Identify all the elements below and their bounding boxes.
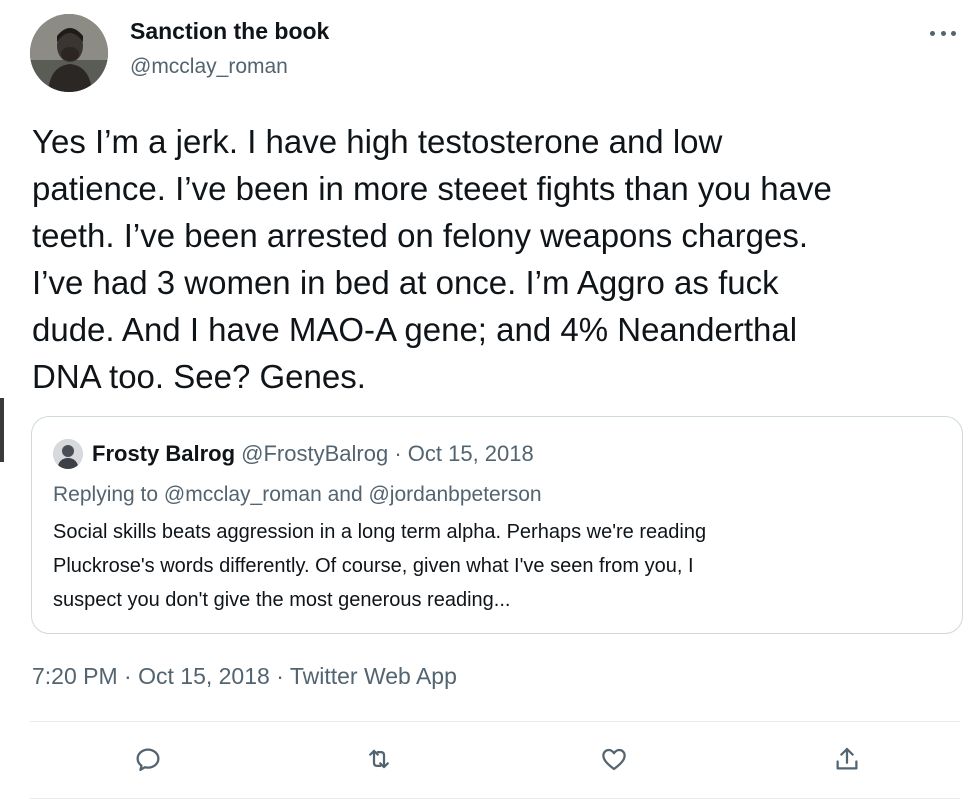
replying-and: and (321, 483, 369, 506)
more-options-icon[interactable] (930, 26, 956, 40)
quoted-date[interactable]: Oct 15, 2018 (408, 441, 534, 466)
tweet-card: Sanction the book @mcclay_roman Yes I’m … (0, 0, 980, 803)
quoted-text: Social skills beats aggression in a long… (53, 521, 707, 611)
replying-to-link-2[interactable]: @jordanbpeterson (368, 483, 541, 506)
tweet-source[interactable]: Twitter Web App (290, 663, 457, 689)
quoted-display-name[interactable]: Frosty Balrog (92, 441, 235, 466)
author-handle[interactable]: @mcclay_roman (130, 55, 288, 79)
tweet-date[interactable]: Oct 15, 2018 (138, 663, 270, 689)
profile-photo-icon (30, 14, 108, 92)
tweet-text: Yes I’m a jerk. I have high testosterone… (32, 123, 832, 395)
share-button[interactable] (830, 742, 864, 776)
quoted-header: Frosty Balrog @FrostyBalrog · Oct 15, 20… (92, 439, 534, 469)
meta-separator: · (117, 663, 139, 689)
reply-icon (136, 748, 160, 771)
divider (30, 721, 960, 722)
quoted-replying-to: Replying to @mcclay_roman and @jordanbpe… (53, 481, 542, 509)
more-dot (940, 30, 946, 36)
retweet-icon (369, 749, 389, 769)
tweet-time[interactable]: 7:20 PM (32, 663, 118, 689)
quoted-author-avatar[interactable] (53, 439, 83, 469)
quoted-profile-photo-icon (53, 439, 83, 469)
more-dot (930, 30, 935, 36)
author-display-name[interactable]: Sanction the book (130, 18, 329, 45)
quoted-separator: · (388, 441, 408, 466)
divider (30, 798, 960, 799)
share-icon (836, 747, 858, 770)
left-edge-mark (0, 398, 4, 462)
tweet-meta: 7:20 PM · Oct 15, 2018 · Twitter Web App (32, 663, 457, 690)
more-dot (951, 30, 956, 36)
replying-prefix: Replying to (53, 483, 164, 506)
quoted-tweet[interactable]: Frosty Balrog @FrostyBalrog · Oct 15, 20… (31, 416, 963, 634)
reply-button[interactable] (131, 742, 165, 776)
like-button[interactable] (597, 742, 631, 776)
retweet-button[interactable] (362, 742, 396, 776)
quoted-handle[interactable]: @FrostyBalrog (241, 441, 388, 466)
meta-separator: · (269, 663, 290, 689)
like-icon (602, 748, 626, 771)
replying-to-link-1[interactable]: @mcclay_roman (164, 483, 322, 506)
author-avatar[interactable] (30, 14, 108, 92)
